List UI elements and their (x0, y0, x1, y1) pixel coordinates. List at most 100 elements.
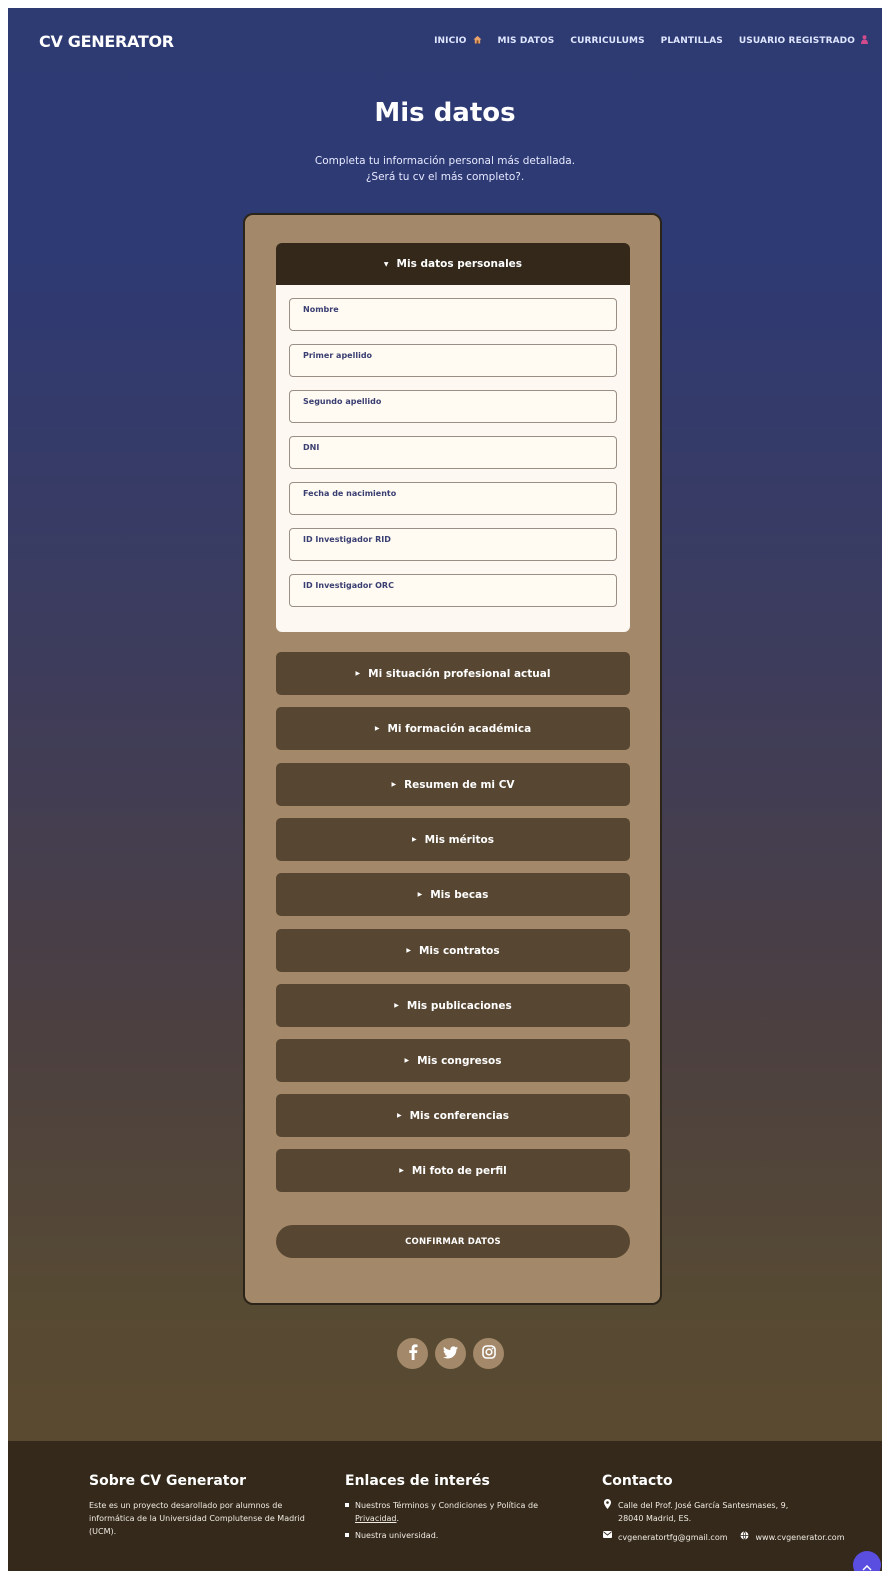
caret-right-icon: ▶ (391, 781, 397, 788)
social-links (397, 1338, 504, 1369)
page-subtitle: Completa tu información personal más det… (8, 153, 882, 185)
accordion-title: Mi situación profesional actual (368, 667, 551, 680)
field-label: Primer apellido (303, 351, 373, 360)
nav-item-mis-datos[interactable]: MIS DATOS (498, 36, 555, 46)
bullet-icon (345, 1503, 349, 1507)
facebook-link[interactable] (397, 1338, 428, 1369)
nombre-field[interactable]: Nombre (289, 298, 617, 331)
nav-item-inicio[interactable]: INICIO (434, 35, 482, 47)
accordion-title: Mis becas (430, 888, 489, 901)
footer-heading: Enlaces de interés (345, 1473, 490, 1489)
nav-label: CURRICULUMS (570, 36, 645, 46)
confirm-button[interactable]: CONFIRMAR DATOS (276, 1225, 630, 1258)
caret-right-icon: ▶ (404, 1057, 410, 1064)
accordion-header-publicaciones[interactable]: ▶ Mis publicaciones (276, 984, 630, 1027)
subtitle-line: ¿Será tu cv el más completo?. (365, 171, 525, 183)
accordion-header-formacion-academica[interactable]: ▶ Mi formación académica (276, 707, 630, 750)
twitter-icon (443, 1344, 458, 1363)
fecha-nacimiento-field[interactable]: Fecha de nacimiento (289, 482, 617, 515)
accordion-title: Mi foto de perfil (411, 1164, 507, 1177)
nav-item-curriculums[interactable]: CURRICULUMS (570, 36, 644, 46)
nav-label: MIS DATOS (497, 36, 555, 46)
caret-right-icon: ▶ (417, 891, 423, 898)
footer-links-list: Nuestros Términos y Condiciones y Políti… (345, 1499, 575, 1542)
footer-contact: Contacto Calle del Prof. José García San… (602, 1473, 872, 1550)
bullet-icon (345, 1533, 349, 1537)
caret-right-icon: ▶ (412, 836, 417, 843)
accordion-header-congresos[interactable]: ▶ Mis congresos (276, 1039, 630, 1082)
footer-about: Sobre CV Generator Este es un proyecto d… (89, 1473, 309, 1538)
contact-address: Calle del Prof. José García Santesmases,… (602, 1499, 872, 1525)
user-icon (861, 35, 868, 47)
main-nav: INICIO MIS DATOS CURRICULUMS PLANTILLAS … (434, 35, 868, 47)
caret-right-icon: ▶ (394, 1002, 399, 1009)
caret-down-icon: ▼ (383, 260, 389, 268)
address-text: Calle del Prof. José García Santesmases,… (618, 1499, 788, 1525)
list-item: Nuestros Términos y Condiciones y Políti… (345, 1499, 575, 1525)
address-line: 28040 Madrid, ES. (618, 1514, 692, 1523)
page: CV GENERATOR INICIO MIS DATOS CURRICULUM… (8, 8, 882, 1571)
map-pin-icon (602, 1499, 612, 1525)
contact-online: cvgeneratortfg@gmail.com www.cvgenerator… (602, 1531, 872, 1544)
id-investigador-orc-field[interactable]: ID Investigador ORC (289, 574, 617, 607)
caret-right-icon: ▶ (374, 725, 380, 732)
field-label: Nombre (303, 305, 339, 314)
envelope-icon (602, 1531, 612, 1544)
subtitle-line: Completa tu información personal más det… (314, 155, 576, 167)
footer-heading: Contacto (602, 1473, 673, 1489)
nav-item-plantillas[interactable]: PLANTILLAS (661, 36, 723, 46)
instagram-icon (481, 1344, 496, 1363)
back-to-top-button[interactable] (853, 1551, 881, 1571)
field-label: ID Investigador RID (303, 535, 391, 544)
accordion-title: Mis datos personales (396, 258, 523, 270)
contact-email[interactable]: cvgeneratortfg@gmail.com (618, 1531, 728, 1544)
page-title: Mis datos (374, 98, 516, 128)
dni-field[interactable]: DNI (289, 436, 617, 469)
home-icon (472, 35, 482, 47)
accordion-header-mis-datos-personales[interactable]: ▼ Mis datos personales (276, 243, 630, 285)
site-footer: Sobre CV Generator Este es un proyecto d… (8, 1441, 882, 1571)
link-text: . (396, 1514, 400, 1523)
globe-icon (740, 1531, 750, 1544)
caret-right-icon: ▶ (399, 1167, 404, 1174)
accordion-title: Mis publicaciones (406, 999, 512, 1012)
accordion-header-situacion-profesional[interactable]: ▶ Mi situación profesional actual (276, 652, 630, 695)
caret-right-icon: ▶ (355, 670, 361, 677)
field-label: Segundo apellido (303, 397, 382, 406)
instagram-link[interactable] (473, 1338, 504, 1369)
accordion-body-mis-datos-personales: Nombre Primer apellido Segundo apellido … (276, 285, 630, 632)
university-link[interactable]: Nuestra universidad. (355, 1531, 438, 1540)
segundo-apellido-field[interactable]: Segundo apellido (289, 390, 617, 423)
caret-right-icon: ▶ (406, 947, 411, 954)
accordion-title: Mis conferencias (409, 1109, 510, 1122)
nav-label: USUARIO REGISTRADO (738, 36, 855, 46)
facebook-icon (408, 1343, 418, 1364)
nav-item-usuario-registrado[interactable]: USUARIO REGISTRADO (739, 35, 868, 47)
field-label: ID Investigador ORC (303, 581, 394, 590)
accordion-header-contratos[interactable]: ▶ Mis contratos (276, 929, 630, 972)
accordion-title: Mis congresos (417, 1054, 502, 1067)
accordion-header-resumen-cv[interactable]: ▶ Resumen de mi CV (276, 763, 630, 806)
id-investigador-rid-field[interactable]: ID Investigador RID (289, 528, 617, 561)
field-label: DNI (303, 443, 320, 452)
footer-heading: Sobre CV Generator (89, 1473, 246, 1489)
accordion-header-conferencias[interactable]: ▶ Mis conferencias (276, 1094, 630, 1137)
accordion-title: Resumen de mi CV (404, 778, 515, 791)
accordion-header-foto-perfil[interactable]: ▶ Mi foto de perfil (276, 1149, 630, 1192)
nav-label: INICIO (434, 36, 467, 46)
profile-form-card: ▼ Mis datos personales Nombre Primer ape… (243, 213, 662, 1305)
accordion-title: Mis contratos (418, 944, 500, 957)
link-text: Nuestros Términos y Condiciones y Políti… (355, 1501, 538, 1510)
accordion-header-becas[interactable]: ▶ Mis becas (276, 873, 630, 916)
primer-apellido-field[interactable]: Primer apellido (289, 344, 617, 377)
contact-website[interactable]: www.cvgenerator.com (756, 1531, 845, 1544)
privacy-link[interactable]: Privacidad (355, 1514, 397, 1523)
list-item[interactable]: Nuestra universidad. (345, 1529, 575, 1542)
site-logo[interactable]: CV GENERATOR (39, 32, 174, 51)
caret-right-icon: ▶ (396, 1112, 402, 1119)
footer-about-text: Este es un proyecto desarollado por alum… (89, 1501, 305, 1536)
twitter-link[interactable] (435, 1338, 466, 1369)
accordion-header-meritos[interactable]: ▶ Mis méritos (276, 818, 630, 861)
accordion-title: Mis méritos (424, 833, 494, 846)
footer-links: Enlaces de interés Nuestros Términos y C… (345, 1473, 575, 1546)
